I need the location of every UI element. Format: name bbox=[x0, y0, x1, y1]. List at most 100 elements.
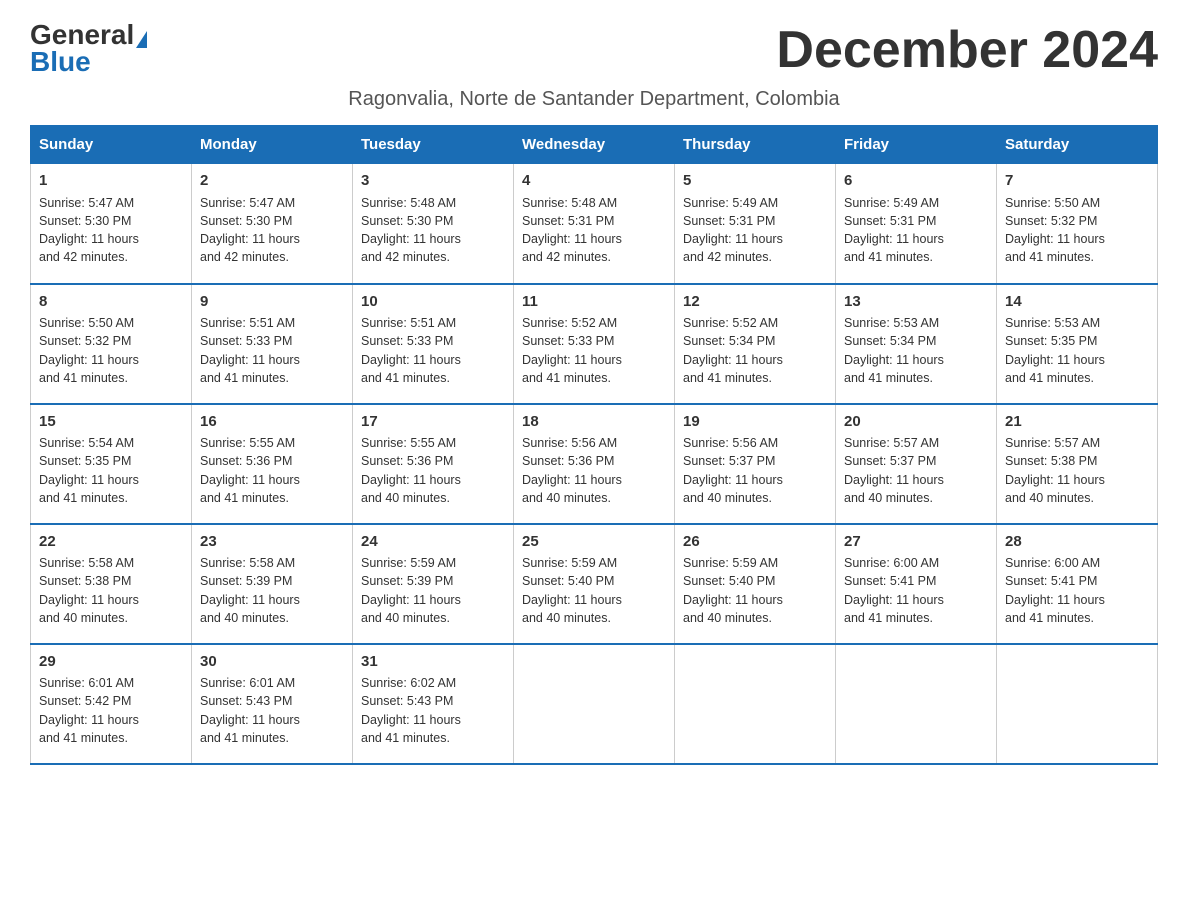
day-number: 23 bbox=[200, 531, 344, 553]
daylight-text: Daylight: 11 hours bbox=[200, 232, 300, 246]
sunset-text: Sunset: 5:39 PM bbox=[361, 574, 453, 588]
calendar-cell: 23 Sunrise: 5:58 AM Sunset: 5:39 PM Dayl… bbox=[192, 524, 353, 644]
sunrise-text: Sunrise: 6:00 AM bbox=[1005, 556, 1100, 570]
day-number: 2 bbox=[200, 170, 344, 192]
sunrise-text: Sunrise: 5:54 AM bbox=[39, 436, 134, 450]
sunset-text: Sunset: 5:31 PM bbox=[844, 214, 936, 228]
daylight-text: Daylight: 11 hours bbox=[361, 593, 461, 607]
daylight-continuation: and 41 minutes. bbox=[39, 731, 128, 745]
daylight-text: Daylight: 11 hours bbox=[361, 473, 461, 487]
day-number: 31 bbox=[361, 651, 505, 673]
daylight-continuation: and 40 minutes. bbox=[1005, 491, 1094, 505]
daylight-text: Daylight: 11 hours bbox=[522, 353, 622, 367]
calendar-week-row: 8 Sunrise: 5:50 AM Sunset: 5:32 PM Dayli… bbox=[31, 284, 1158, 404]
sunrise-text: Sunrise: 5:50 AM bbox=[1005, 196, 1100, 210]
daylight-continuation: and 41 minutes. bbox=[1005, 250, 1094, 264]
sunset-text: Sunset: 5:41 PM bbox=[1005, 574, 1097, 588]
column-header-wednesday: Wednesday bbox=[514, 126, 675, 164]
sunset-text: Sunset: 5:32 PM bbox=[1005, 214, 1097, 228]
calendar-cell: 25 Sunrise: 5:59 AM Sunset: 5:40 PM Dayl… bbox=[514, 524, 675, 644]
day-number: 8 bbox=[39, 291, 183, 313]
daylight-continuation: and 42 minutes. bbox=[200, 250, 289, 264]
calendar-cell: 22 Sunrise: 5:58 AM Sunset: 5:38 PM Dayl… bbox=[31, 524, 192, 644]
sunrise-text: Sunrise: 5:57 AM bbox=[1005, 436, 1100, 450]
daylight-continuation: and 41 minutes. bbox=[844, 371, 933, 385]
daylight-text: Daylight: 11 hours bbox=[200, 593, 300, 607]
sunrise-text: Sunrise: 5:59 AM bbox=[522, 556, 617, 570]
daylight-text: Daylight: 11 hours bbox=[39, 473, 139, 487]
daylight-text: Daylight: 11 hours bbox=[1005, 232, 1105, 246]
daylight-continuation: and 41 minutes. bbox=[361, 731, 450, 745]
day-number: 24 bbox=[361, 531, 505, 553]
daylight-continuation: and 42 minutes. bbox=[39, 250, 128, 264]
calendar-cell: 27 Sunrise: 6:00 AM Sunset: 5:41 PM Dayl… bbox=[836, 524, 997, 644]
sunrise-text: Sunrise: 6:00 AM bbox=[844, 556, 939, 570]
daylight-continuation: and 41 minutes. bbox=[361, 371, 450, 385]
sunset-text: Sunset: 5:38 PM bbox=[1005, 454, 1097, 468]
calendar-cell: 17 Sunrise: 5:55 AM Sunset: 5:36 PM Dayl… bbox=[353, 404, 514, 524]
daylight-text: Daylight: 11 hours bbox=[522, 473, 622, 487]
logo-triangle-icon bbox=[136, 31, 147, 48]
page-subtitle: Ragonvalia, Norte de Santander Departmen… bbox=[30, 88, 1158, 111]
sunset-text: Sunset: 5:30 PM bbox=[361, 214, 453, 228]
sunset-text: Sunset: 5:41 PM bbox=[844, 574, 936, 588]
calendar-cell bbox=[514, 644, 675, 764]
sunset-text: Sunset: 5:37 PM bbox=[683, 454, 775, 468]
sunset-text: Sunset: 5:32 PM bbox=[39, 334, 131, 348]
daylight-continuation: and 40 minutes. bbox=[522, 491, 611, 505]
day-number: 9 bbox=[200, 291, 344, 313]
sunrise-text: Sunrise: 5:51 AM bbox=[200, 316, 295, 330]
day-number: 19 bbox=[683, 411, 827, 433]
daylight-text: Daylight: 11 hours bbox=[200, 713, 300, 727]
daylight-continuation: and 42 minutes. bbox=[683, 250, 772, 264]
day-number: 1 bbox=[39, 170, 183, 192]
logo: General Blue bbox=[30, 20, 147, 78]
day-number: 5 bbox=[683, 170, 827, 192]
daylight-continuation: and 41 minutes. bbox=[683, 371, 772, 385]
day-number: 15 bbox=[39, 411, 183, 433]
day-number: 22 bbox=[39, 531, 183, 553]
sunrise-text: Sunrise: 5:55 AM bbox=[361, 436, 456, 450]
sunrise-text: Sunrise: 5:48 AM bbox=[522, 196, 617, 210]
daylight-continuation: and 40 minutes. bbox=[200, 611, 289, 625]
day-number: 25 bbox=[522, 531, 666, 553]
daylight-text: Daylight: 11 hours bbox=[844, 593, 944, 607]
calendar-cell: 18 Sunrise: 5:56 AM Sunset: 5:36 PM Dayl… bbox=[514, 404, 675, 524]
sunrise-text: Sunrise: 5:58 AM bbox=[39, 556, 134, 570]
calendar-cell: 20 Sunrise: 5:57 AM Sunset: 5:37 PM Dayl… bbox=[836, 404, 997, 524]
sunrise-text: Sunrise: 6:01 AM bbox=[39, 676, 134, 690]
daylight-text: Daylight: 11 hours bbox=[1005, 593, 1105, 607]
daylight-continuation: and 41 minutes. bbox=[522, 371, 611, 385]
daylight-text: Daylight: 11 hours bbox=[1005, 473, 1105, 487]
sunrise-text: Sunrise: 5:59 AM bbox=[361, 556, 456, 570]
sunset-text: Sunset: 5:30 PM bbox=[39, 214, 131, 228]
sunrise-text: Sunrise: 5:58 AM bbox=[200, 556, 295, 570]
calendar-cell bbox=[675, 644, 836, 764]
sunset-text: Sunset: 5:36 PM bbox=[200, 454, 292, 468]
calendar-cell: 26 Sunrise: 5:59 AM Sunset: 5:40 PM Dayl… bbox=[675, 524, 836, 644]
daylight-text: Daylight: 11 hours bbox=[844, 473, 944, 487]
sunrise-text: Sunrise: 5:50 AM bbox=[39, 316, 134, 330]
calendar-cell: 15 Sunrise: 5:54 AM Sunset: 5:35 PM Dayl… bbox=[31, 404, 192, 524]
daylight-continuation: and 40 minutes. bbox=[683, 491, 772, 505]
calendar-cell: 24 Sunrise: 5:59 AM Sunset: 5:39 PM Dayl… bbox=[353, 524, 514, 644]
calendar-cell: 7 Sunrise: 5:50 AM Sunset: 5:32 PM Dayli… bbox=[997, 164, 1158, 284]
day-number: 20 bbox=[844, 411, 988, 433]
sunrise-text: Sunrise: 5:56 AM bbox=[522, 436, 617, 450]
calendar-cell bbox=[836, 644, 997, 764]
month-title: December 2024 bbox=[776, 20, 1158, 80]
daylight-continuation: and 41 minutes. bbox=[844, 611, 933, 625]
daylight-continuation: and 41 minutes. bbox=[200, 731, 289, 745]
day-number: 16 bbox=[200, 411, 344, 433]
sunrise-text: Sunrise: 6:02 AM bbox=[361, 676, 456, 690]
calendar-cell: 11 Sunrise: 5:52 AM Sunset: 5:33 PM Dayl… bbox=[514, 284, 675, 404]
calendar-cell: 3 Sunrise: 5:48 AM Sunset: 5:30 PM Dayli… bbox=[353, 164, 514, 284]
day-number: 21 bbox=[1005, 411, 1149, 433]
daylight-text: Daylight: 11 hours bbox=[200, 353, 300, 367]
sunset-text: Sunset: 5:36 PM bbox=[522, 454, 614, 468]
daylight-continuation: and 40 minutes. bbox=[522, 611, 611, 625]
sunrise-text: Sunrise: 5:52 AM bbox=[683, 316, 778, 330]
sunrise-text: Sunrise: 6:01 AM bbox=[200, 676, 295, 690]
column-header-monday: Monday bbox=[192, 126, 353, 164]
sunrise-text: Sunrise: 5:53 AM bbox=[1005, 316, 1100, 330]
